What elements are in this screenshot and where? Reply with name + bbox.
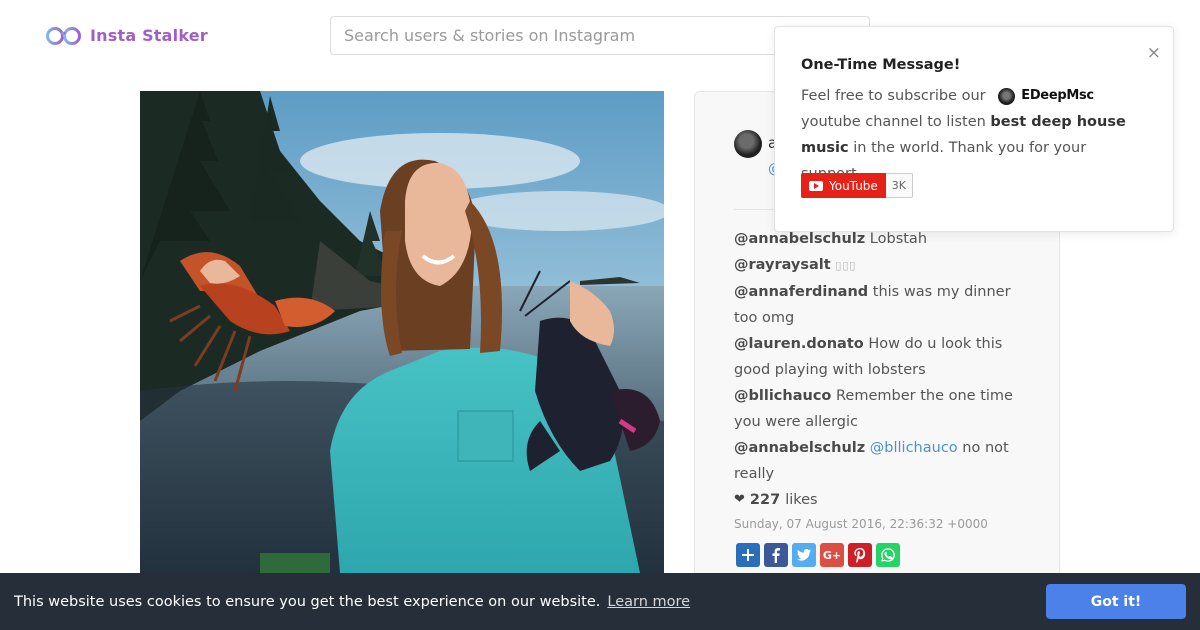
comment-mention-link[interactable]: @bllichauco <box>870 440 958 456</box>
comment-user-link[interactable]: @bllichauco <box>734 388 831 404</box>
comment-item: @rayraysalt ▯▯▯ <box>734 252 1030 279</box>
youtube-subscriber-count: 3K <box>885 173 914 198</box>
cookie-banner: This website uses cookies to ensure you … <box>0 573 1200 630</box>
google-plus-icon[interactable]: G+ <box>820 543 844 567</box>
glasses-logo-icon <box>46 27 81 45</box>
pinterest-icon[interactable] <box>848 543 872 567</box>
popup-text-after: youtube channel to listen <box>801 114 986 130</box>
likes-row: ❤ 227 likes <box>734 487 1030 513</box>
share-buttons: G+ <box>736 543 900 567</box>
one-time-message-popup: × One-Time Message! Feel free to subscri… <box>774 26 1174 232</box>
comment-user-link[interactable]: @lauren.donato <box>734 336 864 352</box>
likes-label: likes <box>785 492 818 508</box>
popup-text-before: Feel free to subscribe our <box>801 88 986 104</box>
comment-item: @bllichauco Remember the one time you we… <box>734 383 1030 435</box>
site-logo[interactable]: Insta Stalker <box>45 22 208 48</box>
youtube-button[interactable]: YouTube <box>801 173 886 198</box>
comment-user-link[interactable]: @annabelschulz <box>734 440 865 456</box>
youtube-play-icon <box>809 180 823 191</box>
popup-title: One-Time Message! <box>801 57 961 73</box>
youtube-label: YouTube <box>829 178 878 193</box>
close-icon[interactable]: × <box>1147 43 1161 63</box>
likes-count: 227 <box>749 492 781 508</box>
post-photo <box>140 91 664 573</box>
comment-user-link[interactable]: @annabelschulz <box>734 231 865 247</box>
owner-avatar[interactable] <box>734 130 762 158</box>
brand-link[interactable]: EDeepMsc <box>998 83 1094 109</box>
comment-text: Lobstah <box>869 231 928 247</box>
post-date: Sunday, 07 August 2016, 22:36:32 +0000 <box>734 517 988 531</box>
learn-more-link[interactable]: Learn more <box>607 594 690 610</box>
cookie-message: This website uses cookies to ensure you … <box>14 593 601 610</box>
comment-item: @lauren.donato How do u look this good p… <box>734 331 1030 383</box>
cookie-accept-button[interactable]: Got it! <box>1046 584 1186 619</box>
comment-item: @annaferdinand this was my dinner too om… <box>734 279 1030 331</box>
twitter-icon[interactable] <box>792 543 816 567</box>
whatsapp-icon[interactable] <box>876 543 900 567</box>
heart-icon: ❤ <box>734 492 745 507</box>
comment-text: ▯▯▯ <box>835 259 857 272</box>
brand-logo-icon <box>998 87 1016 105</box>
comment-item: @annabelschulz @bllichauco no not really <box>734 435 1030 487</box>
brand-name: EDeepMsc <box>1021 88 1094 103</box>
comment-user-link[interactable]: @rayraysalt <box>734 257 831 273</box>
comment-list: @annabelschulz Lobstah @rayraysalt ▯▯▯ @… <box>734 226 1030 513</box>
addthis-icon[interactable] <box>736 543 760 567</box>
comment-user-link[interactable]: @annaferdinand <box>734 284 868 300</box>
logo-text: Insta Stalker <box>90 25 208 45</box>
facebook-icon[interactable] <box>764 543 788 567</box>
popup-body: Feel free to subscribe our EDeepMsc yout… <box>801 83 1151 187</box>
youtube-subscribe-button[interactable]: YouTube 3K <box>801 173 914 198</box>
